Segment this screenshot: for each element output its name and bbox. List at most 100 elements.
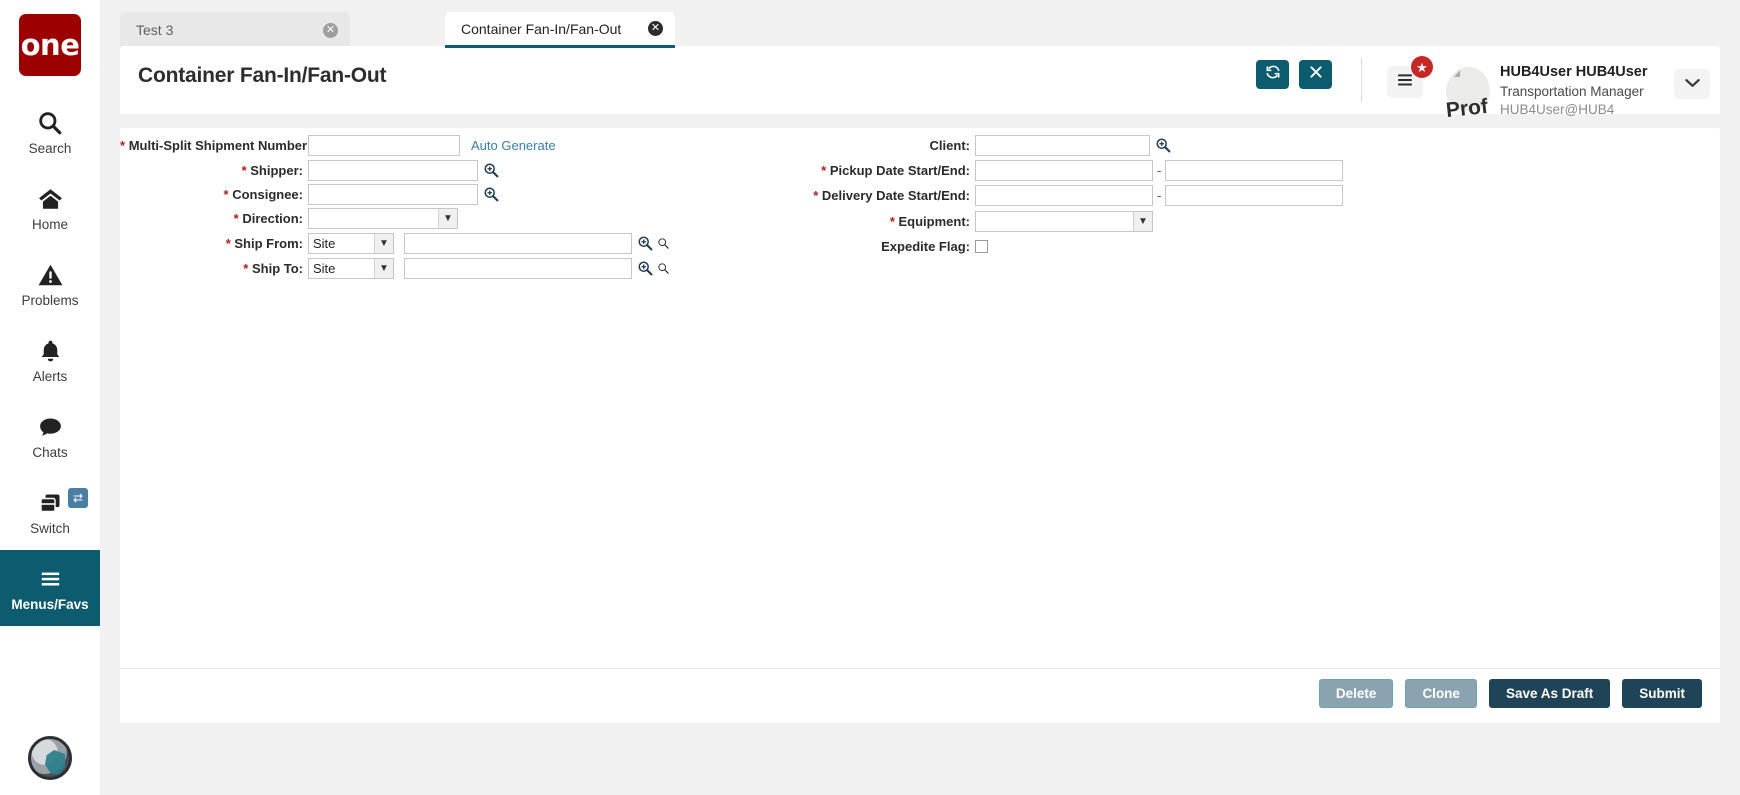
profile-image-alt-text: Prof: [1445, 95, 1489, 117]
ship-from-type-select[interactable]: Site ▼: [308, 233, 394, 254]
field-expedite-flag: Expedite Flag:: [745, 235, 988, 257]
one-logo[interactable]: one: [19, 14, 81, 76]
ship-from-input[interactable]: [404, 233, 632, 254]
sidebar-item-menus-favs[interactable]: Menus/Favs: [0, 550, 100, 626]
field-consignee: * Consignee:: [120, 183, 499, 205]
warning-triangle-icon: [37, 260, 64, 290]
auto-generate-link[interactable]: Auto Generate: [471, 138, 556, 153]
equipment-select[interactable]: ▼: [975, 211, 1153, 232]
field-direction: * Direction: ▼: [120, 207, 458, 229]
pickup-date-start[interactable]: [975, 160, 1153, 181]
app-root: one Search Home Problems: [0, 0, 1740, 795]
close-x-icon: [1309, 65, 1323, 84]
required-marker: *: [120, 138, 125, 153]
save-as-draft-button[interactable]: Save As Draft: [1489, 679, 1610, 708]
tab-test-3[interactable]: Test 3 ✕: [120, 12, 350, 48]
magnifier-plus-icon[interactable]: [483, 186, 499, 202]
left-nav-rail: one Search Home Problems: [0, 0, 100, 795]
chat-bubble-icon: [37, 412, 64, 442]
sidebar-item-chats[interactable]: Chats: [0, 398, 100, 474]
page-title: Container Fan-In/Fan-Out: [138, 64, 386, 88]
field-label: * Delivery Date Start/End:: [745, 188, 975, 203]
shipper-input[interactable]: [308, 160, 478, 181]
user-info[interactable]: HUB4User HUB4User Transportation Manager…: [1500, 63, 1662, 119]
user-role: Transportation Manager: [1500, 83, 1662, 101]
close-circle-icon[interactable]: ✕: [323, 23, 338, 38]
magnifier-plus-icon[interactable]: [483, 162, 499, 178]
field-pickup-date-start-end: * Pickup Date Start/End: -: [745, 159, 1343, 181]
sidebar-item-label: Chats: [32, 446, 67, 460]
delivery-date-start-input[interactable]: [976, 186, 1153, 205]
sidebar-item-label: Home: [32, 218, 68, 232]
required-marker: *: [234, 211, 239, 226]
form-action-buttons: Delete Clone Save As Draft Submit: [1319, 679, 1702, 708]
delivery-date-start[interactable]: [975, 185, 1153, 206]
delete-button[interactable]: Delete: [1319, 679, 1394, 708]
hamburger-icon: [37, 564, 64, 594]
pickup-date-start-input[interactable]: [976, 161, 1153, 180]
field-label: * Direction:: [120, 211, 308, 226]
sidebar-item-alerts[interactable]: Alerts: [0, 322, 100, 398]
field-label: * Equipment:: [745, 214, 975, 229]
expedite-flag-checkbox[interactable]: [975, 240, 988, 253]
switch-windows-icon: [37, 488, 64, 518]
field-label: * Shipper:: [120, 163, 308, 178]
clone-button[interactable]: Clone: [1405, 679, 1477, 708]
sidebar-item-home[interactable]: Home: [0, 170, 100, 246]
sidebar-item-switch[interactable]: ⇄ Switch: [0, 474, 100, 550]
required-marker: *: [224, 187, 229, 202]
header-action-buttons: [1256, 60, 1332, 89]
field-ship-to: * Ship To: Site ▼: [120, 257, 670, 279]
date-range-separator: -: [1153, 163, 1165, 178]
pickup-date-end-input[interactable]: [1166, 161, 1343, 180]
magnifier-plus-icon[interactable]: [637, 235, 653, 251]
avatar[interactable]: [28, 736, 72, 780]
form-action-bar: Delete Clone Save As Draft Submit: [120, 668, 1720, 723]
chevron-down-icon: ▼: [438, 209, 457, 228]
tab-container-fan-in-fan-out[interactable]: Container Fan-In/Fan-Out ✕: [445, 12, 675, 48]
required-marker: *: [890, 214, 895, 229]
delivery-date-end[interactable]: [1165, 185, 1343, 206]
field-label: * Pickup Date Start/End:: [745, 163, 975, 178]
close-circle-icon[interactable]: ✕: [648, 21, 663, 36]
close-page-button[interactable]: [1299, 60, 1332, 89]
user-name: HUB4User HUB4User: [1500, 63, 1662, 83]
pickup-date-end[interactable]: [1165, 160, 1343, 181]
user-email: HUB4User@HUB4: [1500, 101, 1662, 119]
profile-image: Prof: [1440, 63, 1494, 117]
magnifier-plus-icon[interactable]: [637, 260, 653, 276]
search-icon: [37, 108, 63, 138]
sidebar-item-label: Problems: [21, 294, 78, 308]
swap-arrows-icon[interactable]: ⇄: [68, 488, 88, 508]
sidebar-item-label: Search: [29, 142, 72, 156]
magnifier-plus-icon[interactable]: [1155, 137, 1171, 153]
delivery-date-end-input[interactable]: [1166, 186, 1343, 205]
tab-label: Container Fan-In/Fan-Out: [461, 21, 648, 37]
refresh-button[interactable]: [1256, 60, 1289, 89]
field-label: * Multi-Split Shipment Number:: [120, 138, 308, 153]
consignee-input[interactable]: [308, 184, 478, 205]
rail-items: Search Home Problems Alerts: [0, 94, 100, 626]
magnifier-icon[interactable]: [657, 237, 670, 250]
magnifier-icon[interactable]: [657, 262, 670, 275]
sidebar-item-label: Menus/Favs: [11, 598, 88, 612]
hamburger-menu-icon: [1396, 73, 1414, 92]
field-multi-split-shipment-number: * Multi-Split Shipment Number: Auto Gene…: [120, 134, 556, 156]
multi-split-shipment-number-input[interactable]: [308, 135, 460, 156]
star-icon: ★: [1411, 56, 1433, 78]
sidebar-item-problems[interactable]: Problems: [0, 246, 100, 322]
sidebar-item-search[interactable]: Search: [0, 94, 100, 170]
client-input[interactable]: [975, 135, 1150, 156]
home-icon: [37, 184, 64, 214]
user-menu-button[interactable]: [1674, 69, 1710, 99]
favorites-menu-button[interactable]: ★: [1387, 66, 1423, 98]
required-marker: *: [242, 163, 247, 178]
tab-bar: Test 3 ✕ Container Fan-In/Fan-Out ✕: [100, 0, 1740, 48]
field-delivery-date-start-end: * Delivery Date Start/End: -: [745, 184, 1343, 206]
ship-to-type-select[interactable]: Site ▼: [308, 258, 394, 279]
direction-select[interactable]: ▼: [308, 208, 458, 229]
submit-button[interactable]: Submit: [1622, 679, 1702, 708]
ship-to-input[interactable]: [404, 258, 632, 279]
chevron-down-icon: ▼: [374, 234, 393, 253]
field-label: * Ship From:: [120, 236, 308, 251]
